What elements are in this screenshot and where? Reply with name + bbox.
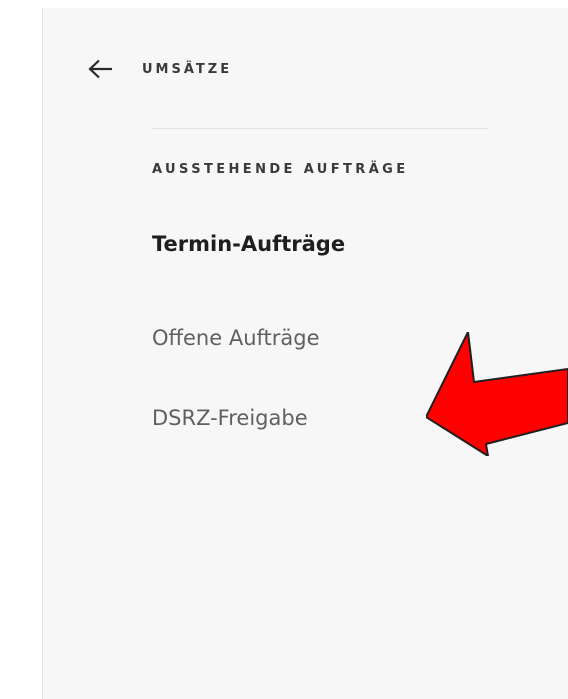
section-title: AUSSTEHENDE AUFTRÄGE xyxy=(152,162,409,177)
back-button[interactable]: UMSÄTZE xyxy=(88,56,232,82)
divider xyxy=(152,128,488,129)
nav-item-offene-auftraege[interactable]: Offene Aufträge xyxy=(152,326,320,350)
back-label: UMSÄTZE xyxy=(142,61,233,77)
page: UMSÄTZE AUSSTEHENDE AUFTRÄGE Termin-Auft… xyxy=(0,0,568,699)
arrow-left-icon[interactable] xyxy=(88,59,114,79)
nav-item-dsrz-freigabe[interactable]: DSRZ-Freigabe xyxy=(152,406,308,430)
nav-item-termin-auftraege[interactable]: Termin-Aufträge xyxy=(152,232,345,256)
red-arrow-pointer-icon xyxy=(426,332,568,456)
